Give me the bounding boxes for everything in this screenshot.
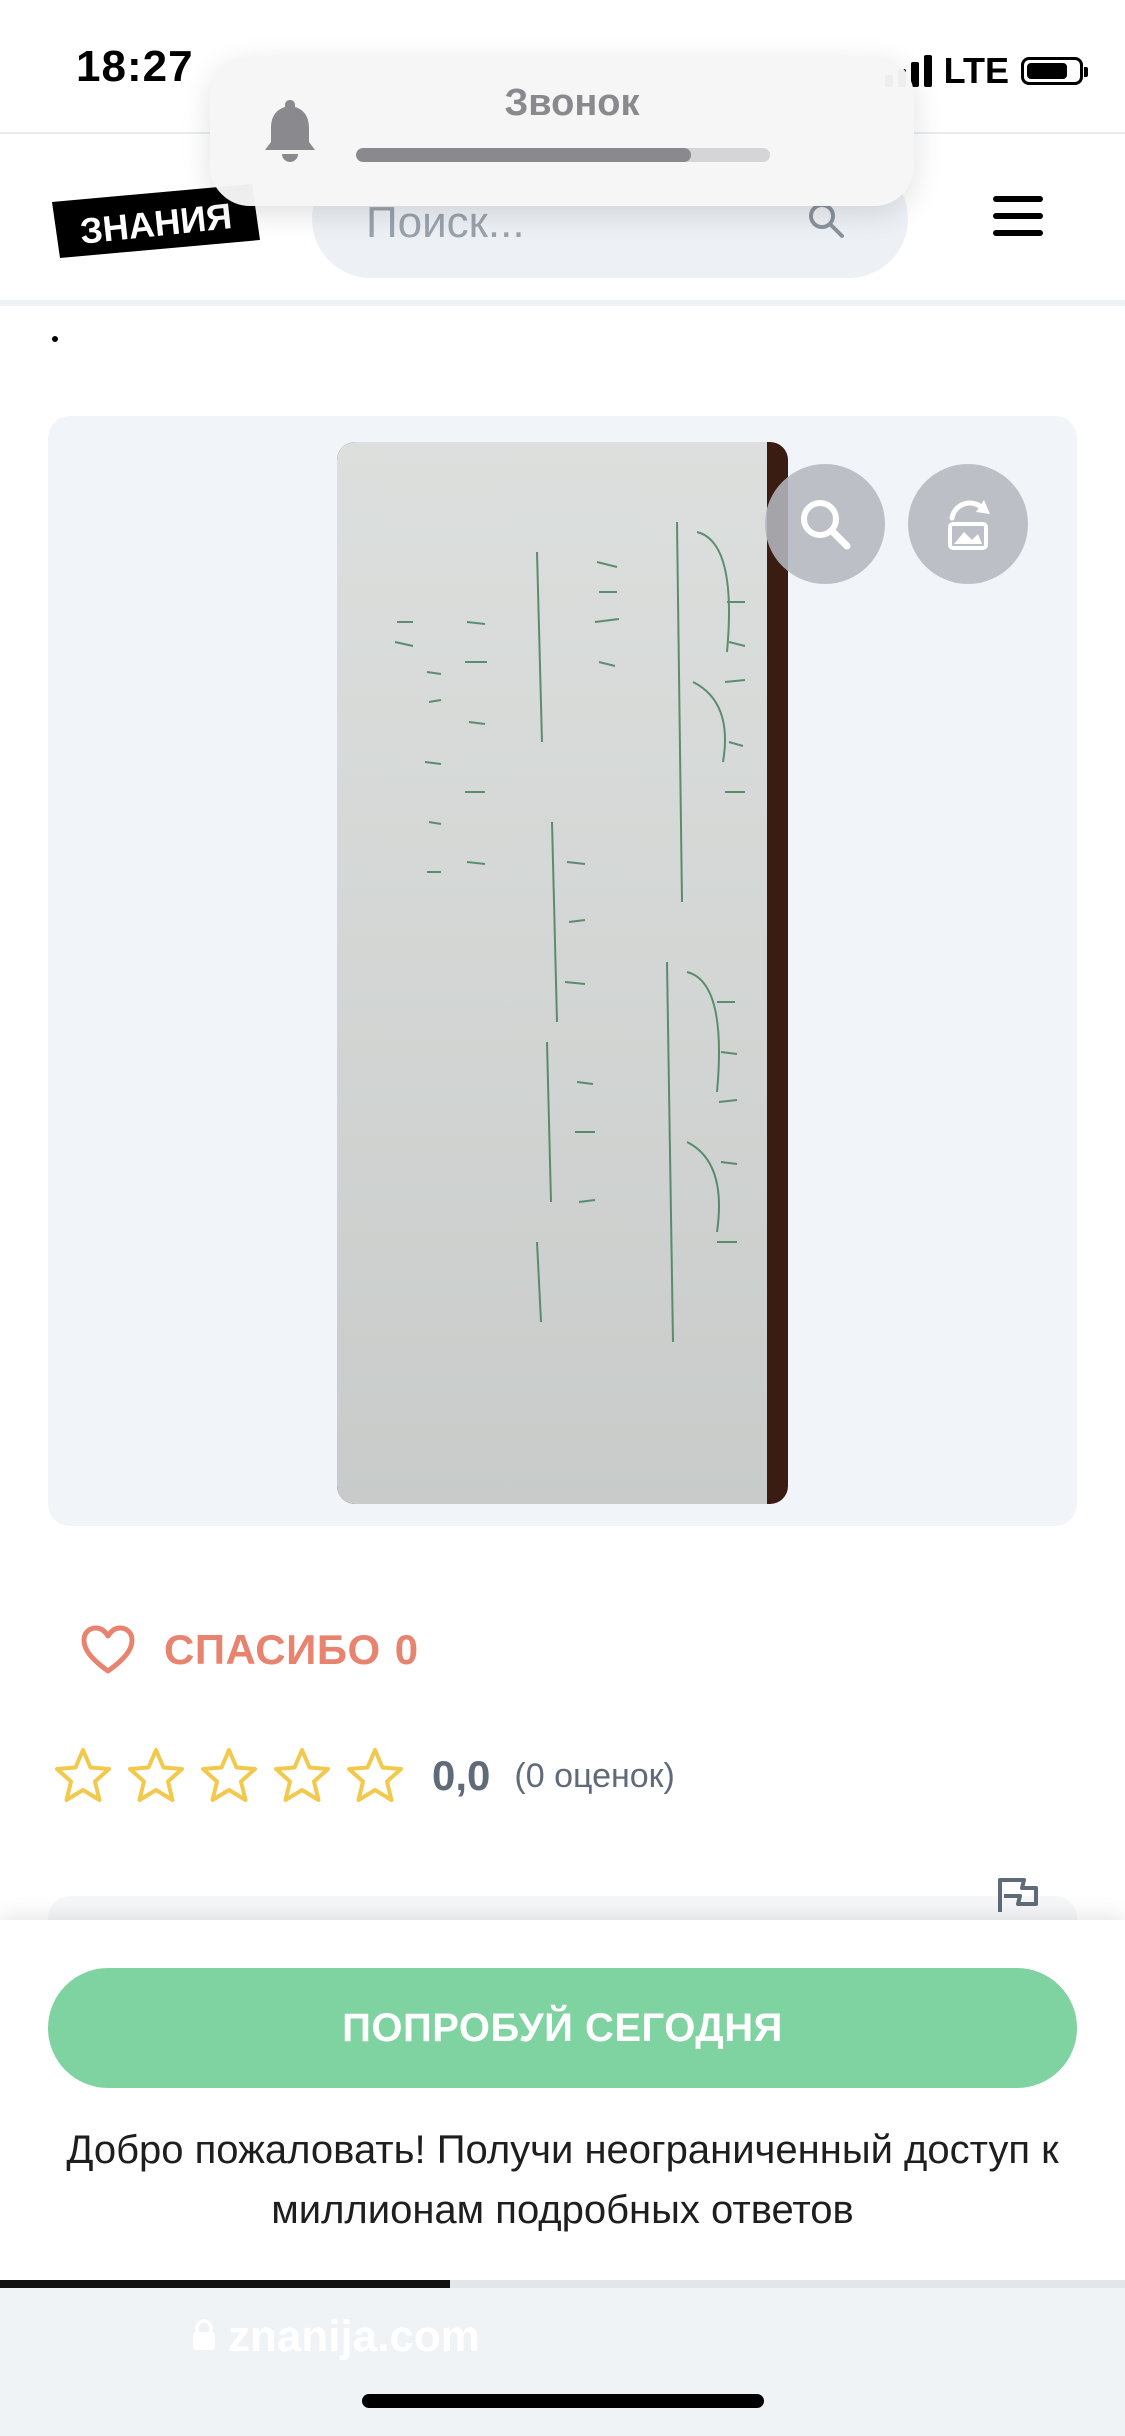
rating-count: (0 оценок) [514,1756,675,1795]
notification-progress [356,148,770,162]
lock-icon [193,2319,215,2350]
home-indicator[interactable] [362,2394,764,2408]
rotate-image-icon [948,500,990,550]
rating-row: 0,0 (0 оценок) [52,1746,675,1806]
handwriting-scribble [394,521,746,1343]
attachment-photo[interactable] [337,442,788,1504]
try-today-button[interactable]: ПОПРОБУЙ СЕГОДНЯ [48,1968,1077,2088]
browser-address-bar[interactable]: znanija.com [0,2288,1125,2436]
promo-bottom-sheet: ПОПРОБУЙ СЕГОДНЯ Добро пожаловать! Получ… [0,1920,1125,2280]
page-load-progress [0,2280,1125,2288]
report-flag-icon[interactable] [994,1874,1042,1914]
thanks-text: СПАСИБО 0 [164,1626,418,1674]
notification-banner[interactable]: Звонок [210,56,914,206]
thanks-label: СПАСИБО [164,1626,381,1673]
search-icon[interactable] [806,200,846,240]
heart-icon [81,1625,135,1674]
network-type: LTE [943,50,1009,91]
text-dot [52,336,58,342]
welcome-text: Добро пожаловать! Получи неограниченный … [66,2128,1059,2232]
thanks-count: 0 [394,1626,419,1673]
star-icon[interactable] [344,1746,406,1806]
star-icon[interactable] [271,1746,333,1806]
star-icon[interactable] [52,1746,114,1806]
notification-title: Звонок [504,82,640,124]
battery-icon [1021,57,1088,85]
magnifier-icon [801,500,851,550]
star-icon[interactable] [198,1746,260,1806]
hamburger-menu-icon[interactable] [993,196,1043,236]
zoom-button[interactable] [765,464,885,584]
url-text: znanija.com [228,2312,480,2361]
status-indicators: LTE [884,50,1088,92]
rating-value: 0,0 [432,1752,491,1799]
status-time: 18:27 [76,42,194,91]
star-icon[interactable] [125,1746,187,1806]
thanks-button[interactable]: СПАСИБО 0 [80,1624,418,1676]
rating-stars[interactable] [52,1746,406,1806]
rotate-image-button[interactable] [908,464,1028,584]
